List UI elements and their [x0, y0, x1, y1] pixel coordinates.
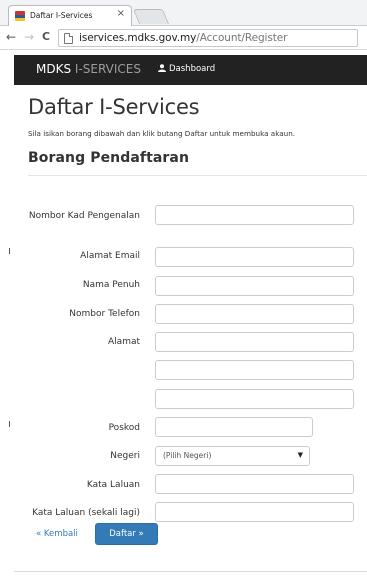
state-selected-value: (Pilih Negeri) — [163, 451, 212, 460]
email-input[interactable] — [155, 247, 354, 267]
url-host: iservices.mdks.gov.my — [79, 32, 197, 44]
brand-rest: I-SERVICES — [71, 62, 141, 76]
password-label: Kata Laluan — [86, 480, 140, 490]
full-name-input[interactable] — [155, 276, 354, 296]
reload-button[interactable]: C — [38, 29, 54, 45]
forward-button[interactable]: → — [21, 29, 37, 45]
password-confirm-label: Kata Laluan (sekali lagi) — [32, 508, 140, 518]
chevron-down-icon: ▼ — [297, 451, 303, 459]
address-bar[interactable]: iservices.mdks.gov.my/Account/Register — [58, 29, 358, 47]
window-edge-marks — [9, 248, 10, 428]
postcode-label: Poskod — [108, 423, 140, 433]
page-icon — [64, 33, 73, 44]
edge-mark — [9, 248, 10, 254]
site-navbar: MDKS I-SERVICES Dashboard — [14, 55, 367, 85]
password-input[interactable] — [155, 474, 354, 494]
phone-label: Nombor Telefon — [69, 309, 140, 319]
ic-label: Nombor Kad Pengenalan — [28, 211, 140, 221]
brand-link[interactable]: MDKS I-SERVICES — [36, 62, 141, 76]
heading-divider — [28, 175, 367, 176]
address-line2-input[interactable] — [155, 360, 354, 380]
tab-close-button[interactable]: × — [117, 9, 125, 19]
phone-input[interactable] — [155, 304, 354, 324]
url-path: /Account/Register — [196, 32, 288, 44]
email-label: Alamat Email — [80, 251, 140, 261]
nav-dashboard-link[interactable]: Dashboard — [158, 64, 215, 74]
state-label: Negeri — [110, 451, 140, 461]
address-line3-input[interactable] — [155, 389, 354, 409]
browser-tabstrip: Daftar I-Services × — [0, 0, 367, 27]
edge-mark — [9, 421, 10, 427]
form-heading: Borang Pendaftaran — [28, 150, 190, 166]
favicon-icon — [15, 11, 25, 21]
url-text[interactable]: iservices.mdks.gov.my/Account/Register — [79, 32, 287, 44]
password-confirm-input[interactable] — [155, 502, 354, 522]
browser-tab[interactable]: Daftar I-Services × — [8, 5, 132, 27]
tab-title: Daftar I-Services — [30, 11, 93, 20]
address-line1-input[interactable] — [155, 332, 354, 352]
brand-main: MDKS — [36, 62, 72, 76]
footer-divider — [14, 571, 367, 572]
new-tab-button[interactable] — [132, 9, 170, 24]
address-label: Alamat — [108, 337, 140, 347]
name-label: Nama Penuh — [82, 280, 140, 290]
register-button[interactable]: Daftar » — [95, 523, 158, 545]
back-link[interactable]: « Kembali — [36, 529, 78, 539]
browser-toolbar: ← → C iservices.mdks.gov.my/Account/Regi… — [0, 26, 367, 50]
back-button[interactable]: ← — [3, 29, 19, 45]
ic-number-input[interactable] — [155, 205, 354, 225]
page-title: Daftar I-Services — [28, 95, 200, 119]
postcode-input[interactable] — [155, 417, 313, 437]
nav-dashboard-label: Dashboard — [169, 64, 216, 74]
page-lead: Sila isikan borang dibawah dan klik buta… — [28, 129, 296, 138]
page-content: Daftar I-Services Sila isikan borang dib… — [14, 85, 367, 586]
state-select[interactable]: (Pilih Negeri) ▼ — [155, 446, 310, 466]
user-icon — [158, 64, 166, 72]
